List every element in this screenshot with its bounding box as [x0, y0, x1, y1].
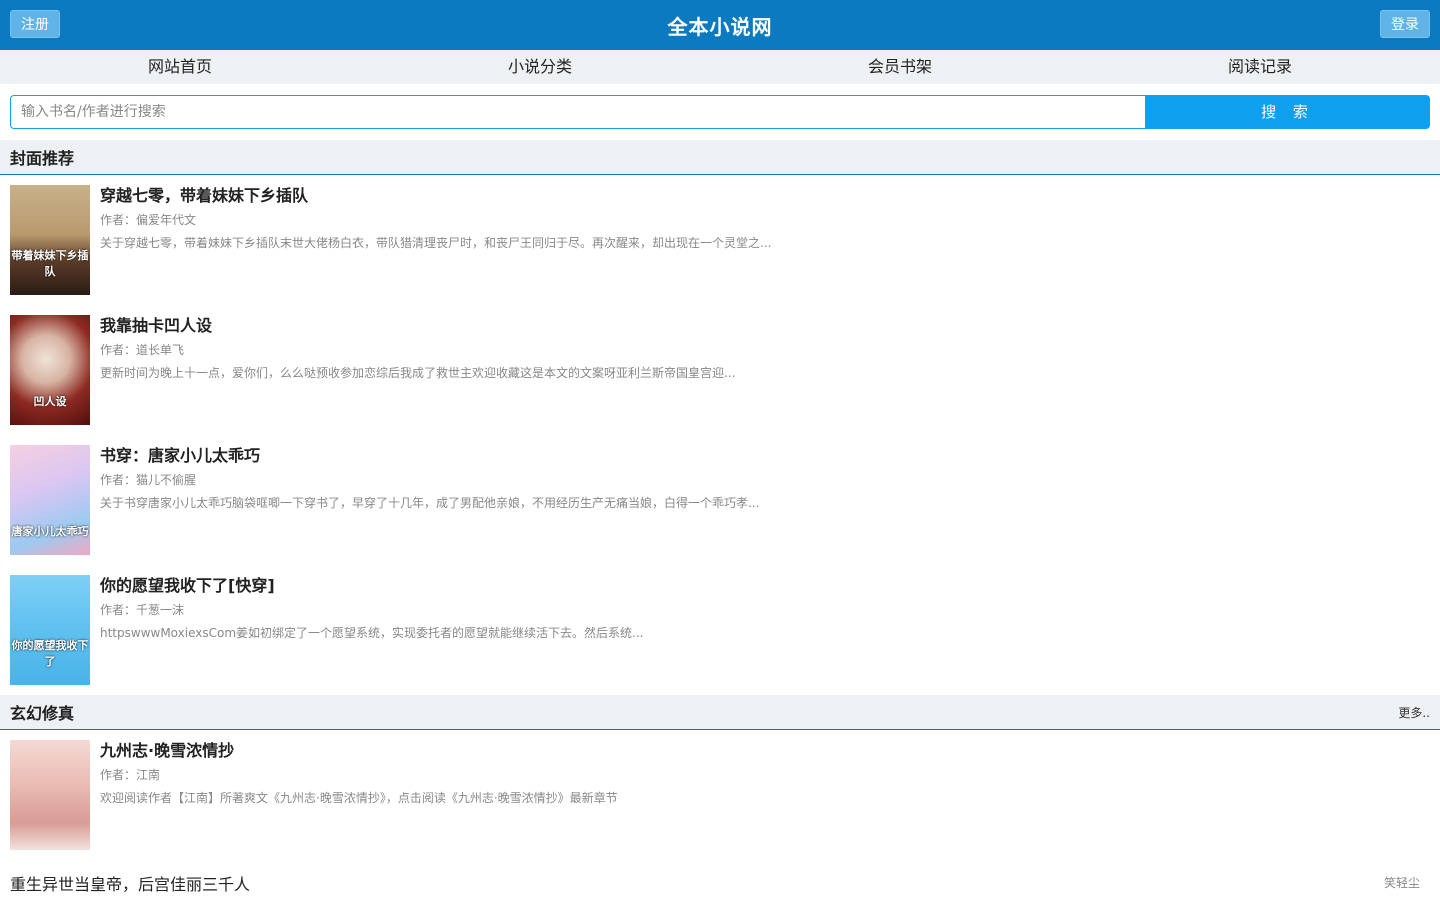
nav-item-home[interactable]: 网站首页	[0, 50, 360, 84]
book-title[interactable]: 九州志·晚雪浓情抄	[100, 740, 1430, 762]
book-description: 欢迎阅读作者【江南】所著爽文《九州志·晚雪浓情抄》，点击阅读《九州志·晚雪浓情抄…	[100, 791, 618, 805]
book-info: 穿越七零，带着妹妹下乡插队 作者：偏爱年代文 关于穿越七零，带着妹妹下乡插队末世…	[100, 185, 1430, 305]
cover-title-art: 唐家小儿太乖巧	[11, 525, 89, 538]
section-header-xuanhuan: 玄幻修真 更多..	[0, 695, 1440, 730]
list-item[interactable]: 重生异世当皇帝，后宫佳丽三千人 笑轻尘	[0, 860, 1440, 900]
book-title[interactable]: 你的愿望我收下了[快穿]	[100, 575, 1430, 597]
book-info: 书穿：唐家小儿太乖巧 作者：猫儿不偷腥 关于书穿唐家小儿太乖巧脑袋哐唧一下穿书了…	[100, 445, 1430, 565]
book-author: 作者：江南	[100, 768, 161, 782]
section-header-featured: 封面推荐	[0, 140, 1440, 175]
book-description: 关于穿越七零，带着妹妹下乡插队末世大佬杨白衣，带队猎清理丧尸时，和丧尸王同归于尽…	[100, 236, 772, 250]
book-cover[interactable]: 凹人设	[10, 315, 90, 425]
section-title-featured: 封面推荐	[10, 149, 75, 168]
book-title[interactable]: 穿越七零，带着妹妹下乡插队	[100, 185, 1430, 207]
book-item[interactable]: 你的愿望我收下了 你的愿望我收下了[快穿] 作者：千葱一沫 httpswwwMo…	[0, 565, 1440, 695]
nav-item-categories[interactable]: 小说分类	[360, 50, 720, 84]
book-item[interactable]: 唐家小儿太乖巧 书穿：唐家小儿太乖巧 作者：猫儿不偷腥 关于书穿唐家小儿太乖巧脑…	[0, 435, 1440, 565]
cover-title-art: 凹人设	[33, 395, 67, 408]
book-author: 作者：道长单飞	[100, 343, 185, 357]
main-nav: 网站首页 小说分类 会员书架 阅读记录	[0, 50, 1440, 84]
book-description: 关于书穿唐家小儿太乖巧脑袋哐唧一下穿书了，早穿了十几年，成了男配他亲娘，不用经历…	[100, 496, 760, 510]
search-input[interactable]	[10, 95, 1145, 129]
book-description: 更新时间为晚上十一点，爱你们，么么哒预收参加恋综后我成了救世主欢迎收藏这是本文的…	[100, 366, 736, 380]
book-info: 我靠抽卡凹人设 作者：道长单飞 更新时间为晚上十一点，爱你们，么么哒预收参加恋综…	[100, 315, 1430, 435]
book-author: 作者：千葱一沫	[100, 603, 185, 617]
book-info: 九州志·晚雪浓情抄 作者：江南 欢迎阅读作者【江南】所著爽文《九州志·晚雪浓情抄…	[100, 740, 1430, 860]
book-title[interactable]: 书穿：唐家小儿太乖巧	[100, 445, 1430, 467]
register-button[interactable]: 注册	[10, 10, 60, 38]
book-info: 你的愿望我收下了[快穿] 作者：千葱一沫 httpswwwMoxiexsCom姜…	[100, 575, 1430, 695]
book-author: 作者：猫儿不偷腥	[100, 473, 197, 487]
book-title[interactable]: 我靠抽卡凹人设	[100, 315, 1430, 337]
book-cover[interactable]: 带着妹妹下乡插队	[10, 185, 90, 295]
book-author: 作者：偏爱年代文	[100, 213, 197, 227]
list-item-title[interactable]: 重生异世当皇帝，后宫佳丽三千人	[10, 871, 250, 895]
book-item[interactable]: 九州志·晚雪浓情抄 作者：江南 欢迎阅读作者【江南】所著爽文《九州志·晚雪浓情抄…	[0, 730, 1440, 860]
book-cover[interactable]: 你的愿望我收下了	[10, 575, 90, 685]
login-button[interactable]: 登录	[1380, 10, 1430, 38]
book-cover[interactable]: 唐家小儿太乖巧	[10, 445, 90, 555]
cover-title-art: 你的愿望我收下了	[11, 639, 89, 668]
search-button[interactable]: 搜 索	[1145, 95, 1430, 129]
book-item[interactable]: 带着妹妹下乡插队 穿越七零，带着妹妹下乡插队 作者：偏爱年代文 关于穿越七零，带…	[0, 175, 1440, 305]
nav-item-history[interactable]: 阅读记录	[1080, 50, 1440, 84]
nav-item-bookshelf[interactable]: 会员书架	[720, 50, 1080, 84]
top-header: 注册 全本小说网 登录	[0, 0, 1440, 50]
cover-title-art: 带着妹妹下乡插队	[11, 249, 89, 278]
book-item[interactable]: 凹人设 我靠抽卡凹人设 作者：道长单飞 更新时间为晚上十一点，爱你们，么么哒预收…	[0, 305, 1440, 435]
book-description: httpswwwMoxiexsCom姜如初绑定了一个愿望系统，实现委托者的愿望就…	[100, 626, 644, 640]
more-link[interactable]: 更多..	[1398, 704, 1430, 721]
site-title[interactable]: 全本小说网	[668, 11, 773, 40]
section-title-xuanhuan: 玄幻修真	[10, 704, 75, 723]
search-bar: 搜 索	[0, 84, 1440, 140]
book-cover[interactable]	[10, 740, 90, 850]
list-item-author: 笑轻尘	[1383, 876, 1420, 890]
